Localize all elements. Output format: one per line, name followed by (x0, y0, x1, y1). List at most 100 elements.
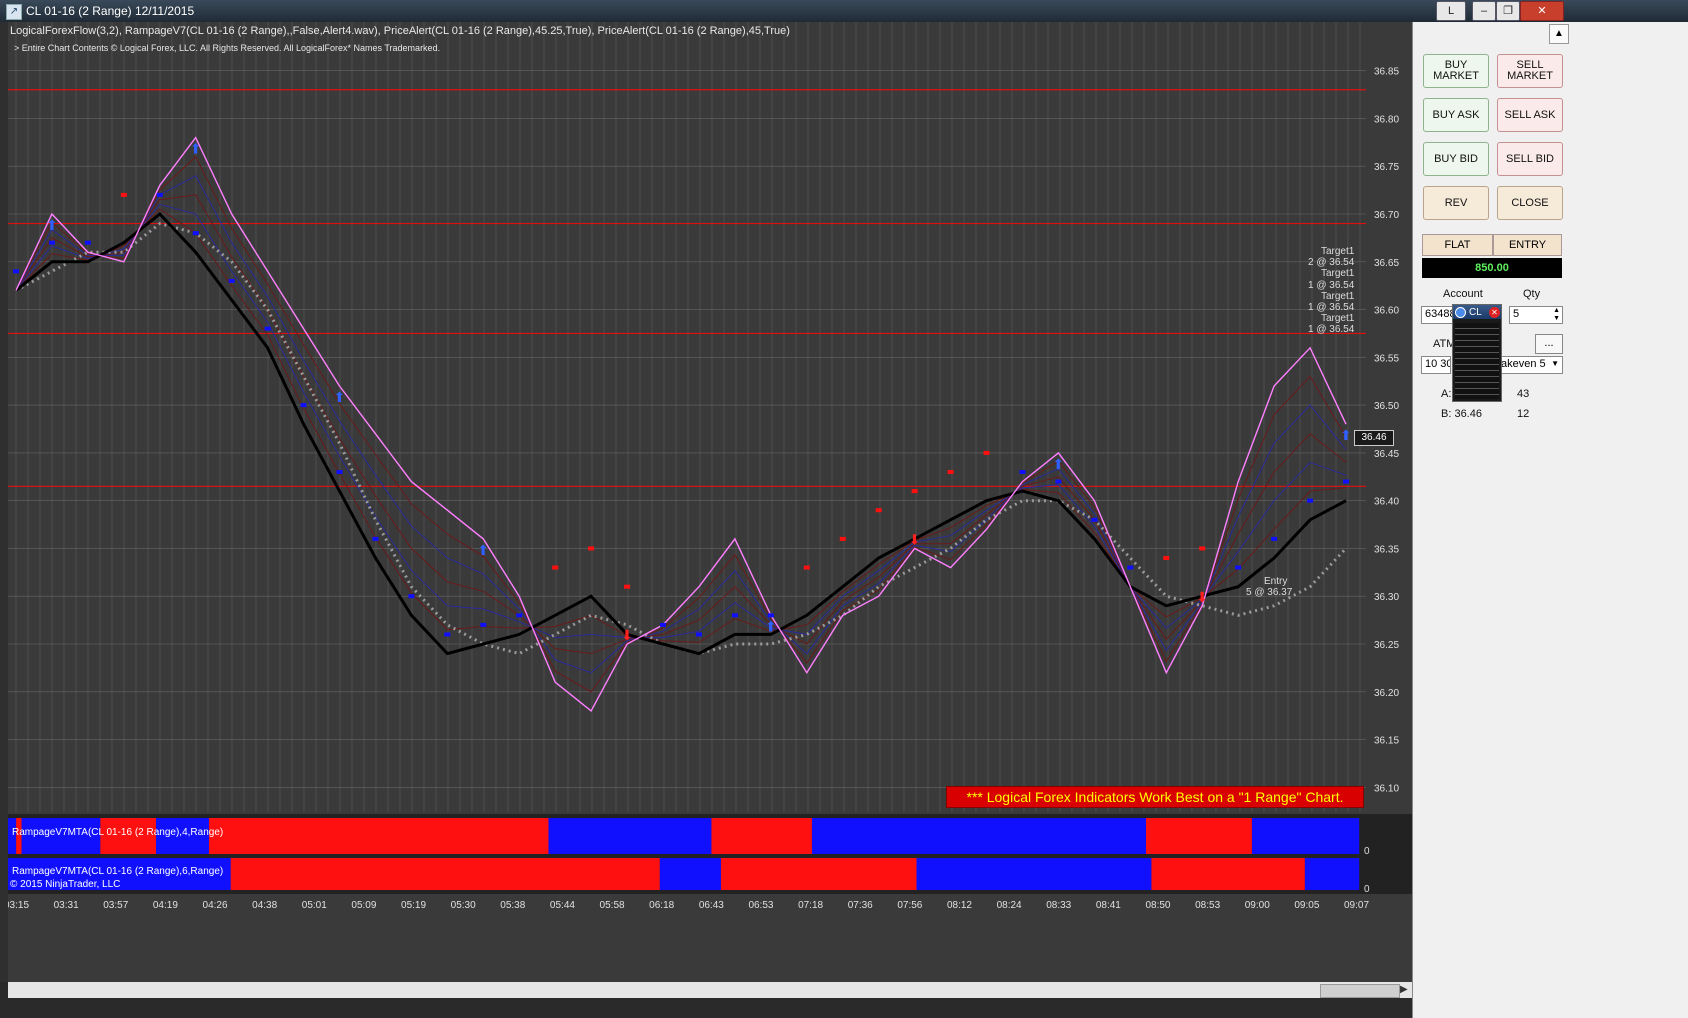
stop-strategy-value: akeven 5 (1501, 358, 1546, 370)
mini-dom-popup[interactable]: CL ✕ (1452, 304, 1502, 402)
trend-dot (839, 536, 846, 541)
entry-labels: Entry 5 @ 36.37 (1246, 576, 1292, 598)
atm-edit-button[interactable]: ... (1535, 334, 1563, 354)
x-tick-label: 04:26 (203, 900, 228, 911)
up-arrow-icon: ⬆ (1052, 456, 1064, 472)
x-tick-label: 09:00 (1245, 900, 1270, 911)
y-tick-label: 36.55 (1374, 353, 1399, 364)
left-edge (0, 22, 8, 982)
buy-market-button[interactable]: BUY MARKET (1423, 54, 1489, 88)
trend-dot (731, 613, 738, 618)
up-arrow-icon: ⬆ (190, 141, 202, 157)
x-tick-label: 05:01 (302, 900, 327, 911)
x-tick-label: 08:41 (1096, 900, 1121, 911)
y-tick-label: 36.15 (1374, 736, 1399, 747)
close-icon[interactable]: ✕ (1489, 306, 1500, 318)
x-tick-label: 05:09 (351, 900, 376, 911)
trend-dot (1199, 546, 1206, 551)
x-tick-label: 07:18 (798, 900, 823, 911)
trend-dot (84, 240, 91, 245)
bear-block (1151, 858, 1305, 890)
chevron-down-icon: ▼ (1551, 359, 1559, 368)
stepper-arrows-icon[interactable]: ▲ ▼ (1553, 307, 1560, 323)
y-tick-label: 36.35 (1374, 544, 1399, 555)
up-arrow-icon: ⬆ (477, 542, 489, 558)
x-tick-label: 09:05 (1294, 900, 1319, 911)
trend-dot (444, 632, 451, 637)
trend-dot (695, 632, 702, 637)
scroll-right-arrow-icon[interactable]: ▶ (1400, 984, 1408, 995)
buy-ask-button[interactable]: BUY ASK (1423, 98, 1489, 132)
panel2-label: RampageV7MTA(CL 01-16 (2 Range),6,Range) (12, 866, 224, 877)
chart-area[interactable]: ⬆ ⬆ ⬆ ⬆ ⬇ ⬆ ⬇ ⬆ ⬇ ⬆ 36.85 36.80 36.75 36.70 36.65 36.6… (8, 22, 1412, 982)
restore-button[interactable]: ❐ (1496, 1, 1520, 21)
reverse-button[interactable]: REV (1423, 186, 1489, 220)
scrollbar-thumb[interactable] (1320, 984, 1400, 998)
pnl-display: 850.00 (1422, 258, 1562, 278)
qty-label: Qty (1523, 288, 1541, 300)
trend-dot (588, 546, 595, 551)
panel1-zero-label: 0 (1364, 846, 1370, 857)
minimize-button[interactable]: – (1472, 1, 1496, 21)
bear-block (720, 858, 917, 890)
x-tick-label: 09:07 (1344, 900, 1369, 911)
x-tick-label: 05:38 (500, 900, 525, 911)
x-tick-label: 04:38 (252, 900, 277, 911)
trend-dot (156, 192, 163, 197)
mini-dom-ladder (1455, 323, 1499, 399)
trend-dot (48, 240, 55, 245)
bid-label: B: 36.46 (1441, 408, 1482, 420)
trend-dot (1235, 565, 1242, 570)
target-label: 1 @ 36.54 (1308, 324, 1355, 336)
atm-strategy-select[interactable]: 10 30 (1421, 356, 1451, 374)
target-labels: Target1 2 @ 36.54 Target1 1 @ 36.54 Targ… (1308, 246, 1354, 336)
panel-scroll-up-icon[interactable]: ▲ (1549, 24, 1569, 44)
sell-market-button[interactable]: SELL MARKET (1497, 54, 1563, 88)
x-tick-label: 03:57 (103, 900, 128, 911)
sell-ask-button[interactable]: SELL ASK (1497, 98, 1563, 132)
y-tick-label: 36.25 (1374, 640, 1399, 651)
trend-dot (120, 192, 127, 197)
x-tick-label: 07:36 (848, 900, 873, 911)
x-tick-label: 06:43 (699, 900, 724, 911)
x-tick-label: 05:30 (451, 900, 476, 911)
trend-dot (480, 622, 487, 627)
trend-dot (660, 622, 667, 627)
horizontal-scrollbar[interactable]: ▶ (8, 982, 1412, 998)
y-tick-label: 36.75 (1374, 162, 1399, 173)
y-tick-label: 36.30 (1374, 592, 1399, 603)
trend-dot (300, 403, 307, 408)
price-chart[interactable]: ⬆ ⬆ ⬆ ⬆ ⬇ ⬆ ⬇ ⬆ ⬇ ⬆ 36.85 36.80 36.75 36.70 36.65 36.6… (8, 22, 1412, 982)
entry-label: Entry (1264, 576, 1288, 587)
bull-block (1251, 818, 1360, 854)
up-arrow-icon: ⬆ (334, 389, 346, 405)
trend-dot (1055, 479, 1062, 484)
quantity-stepper[interactable]: 5 ▲ ▼ (1509, 306, 1563, 324)
down-arrow-icon: ⬇ (909, 531, 921, 547)
trend-dot (1019, 470, 1026, 474)
target-label: 1 @ 36.54 (1308, 302, 1355, 314)
bull-block (916, 858, 1152, 890)
y-tick-label: 36.70 (1374, 210, 1399, 221)
mini-dom-header: CL ✕ (1453, 305, 1501, 319)
position-flat-label: FLAT (1422, 234, 1493, 256)
up-arrow-icon: ⬆ (1340, 427, 1352, 443)
x-tick-label: 08:53 (1195, 900, 1220, 911)
account-label: Account (1443, 288, 1483, 300)
trend-dot (1163, 556, 1170, 560)
target-label: Target1 (1320, 246, 1355, 257)
target-label: Target1 (1320, 313, 1355, 325)
x-tick-label: 05:19 (401, 900, 426, 911)
sell-bid-button[interactable]: SELL BID (1497, 142, 1563, 176)
close-position-button[interactable]: CLOSE (1497, 186, 1563, 220)
ask-label: A: (1441, 388, 1452, 400)
stop-strategy-select[interactable]: akeven 5 ▼ (1497, 356, 1563, 374)
trend-dot (1127, 565, 1134, 570)
trend-dot (13, 269, 19, 274)
buy-bid-button[interactable]: BUY BID (1423, 142, 1489, 176)
x-tick-label: 08:12 (947, 900, 972, 911)
close-window-button[interactable]: ✕ (1520, 1, 1564, 21)
instrument-link-button[interactable]: L (1436, 1, 1466, 21)
chart-copyright: > Entire Chart Contents © Logical Forex,… (14, 43, 441, 53)
trend-dot (624, 584, 631, 589)
